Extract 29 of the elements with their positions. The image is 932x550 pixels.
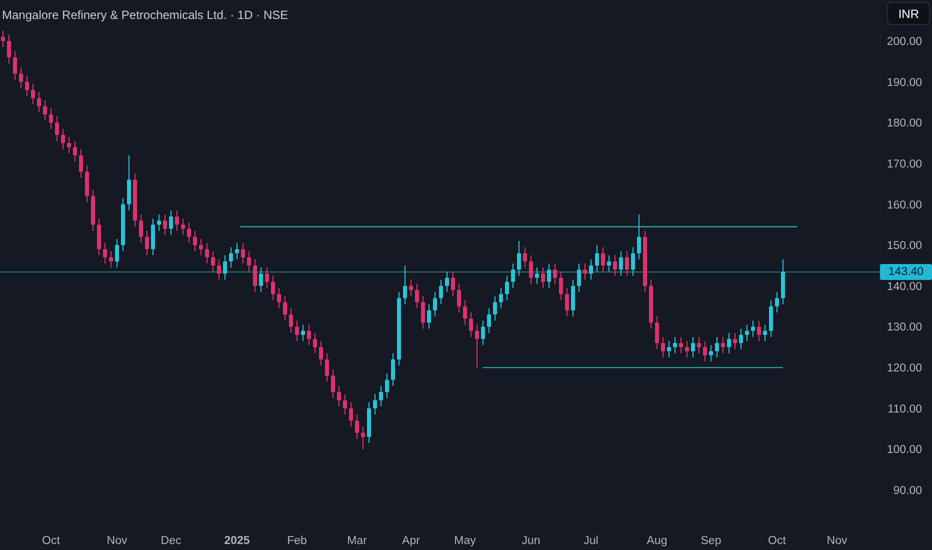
chart-title: Mangalore Refinery & Petrochemicals Ltd. · 1D · NSE — [2, 7, 288, 24]
price-axis-label: 130.00 — [886, 322, 922, 334]
price-axis-label: 100.00 — [886, 444, 922, 456]
price-axis-label: 120.00 — [886, 362, 922, 375]
time-axis-label: Nov — [826, 535, 848, 547]
time-axis-label: Dec — [160, 535, 182, 547]
price-axis-label: 150.00 — [886, 240, 922, 252]
price-axis-label: 110.00 — [888, 403, 922, 416]
time-axis-label: Jun — [522, 535, 540, 547]
time-axis-label: Feb — [287, 535, 307, 547]
price-axis-label: 190.00 — [886, 76, 922, 89]
price-axis-label: 170.00 — [886, 158, 922, 170]
price-axis-label: 140.00 — [886, 280, 922, 293]
time-axis-label: Mar — [347, 535, 367, 547]
time-axis-label: Apr — [402, 535, 420, 547]
time-axis-label: Oct — [42, 535, 60, 547]
price-axis-label: 160.00 — [886, 199, 922, 212]
time-axis-label: 2025 — [224, 535, 250, 547]
price-axis-label: 90.00 — [893, 485, 922, 498]
time-axis-label: Sep — [700, 535, 722, 547]
last-price-label: 143.40 — [880, 264, 932, 280]
price-axis-label: 180.00 — [886, 118, 922, 130]
time-axis-label: Aug — [646, 535, 668, 547]
price-axis-label: 200.00 — [886, 36, 922, 48]
time-axis-label: Jul — [584, 535, 598, 547]
time-axis-label: Oct — [768, 535, 786, 547]
currency-button[interactable]: INR — [887, 2, 930, 25]
time-axis-label: Nov — [106, 535, 128, 547]
time-axis-label: May — [454, 535, 476, 547]
